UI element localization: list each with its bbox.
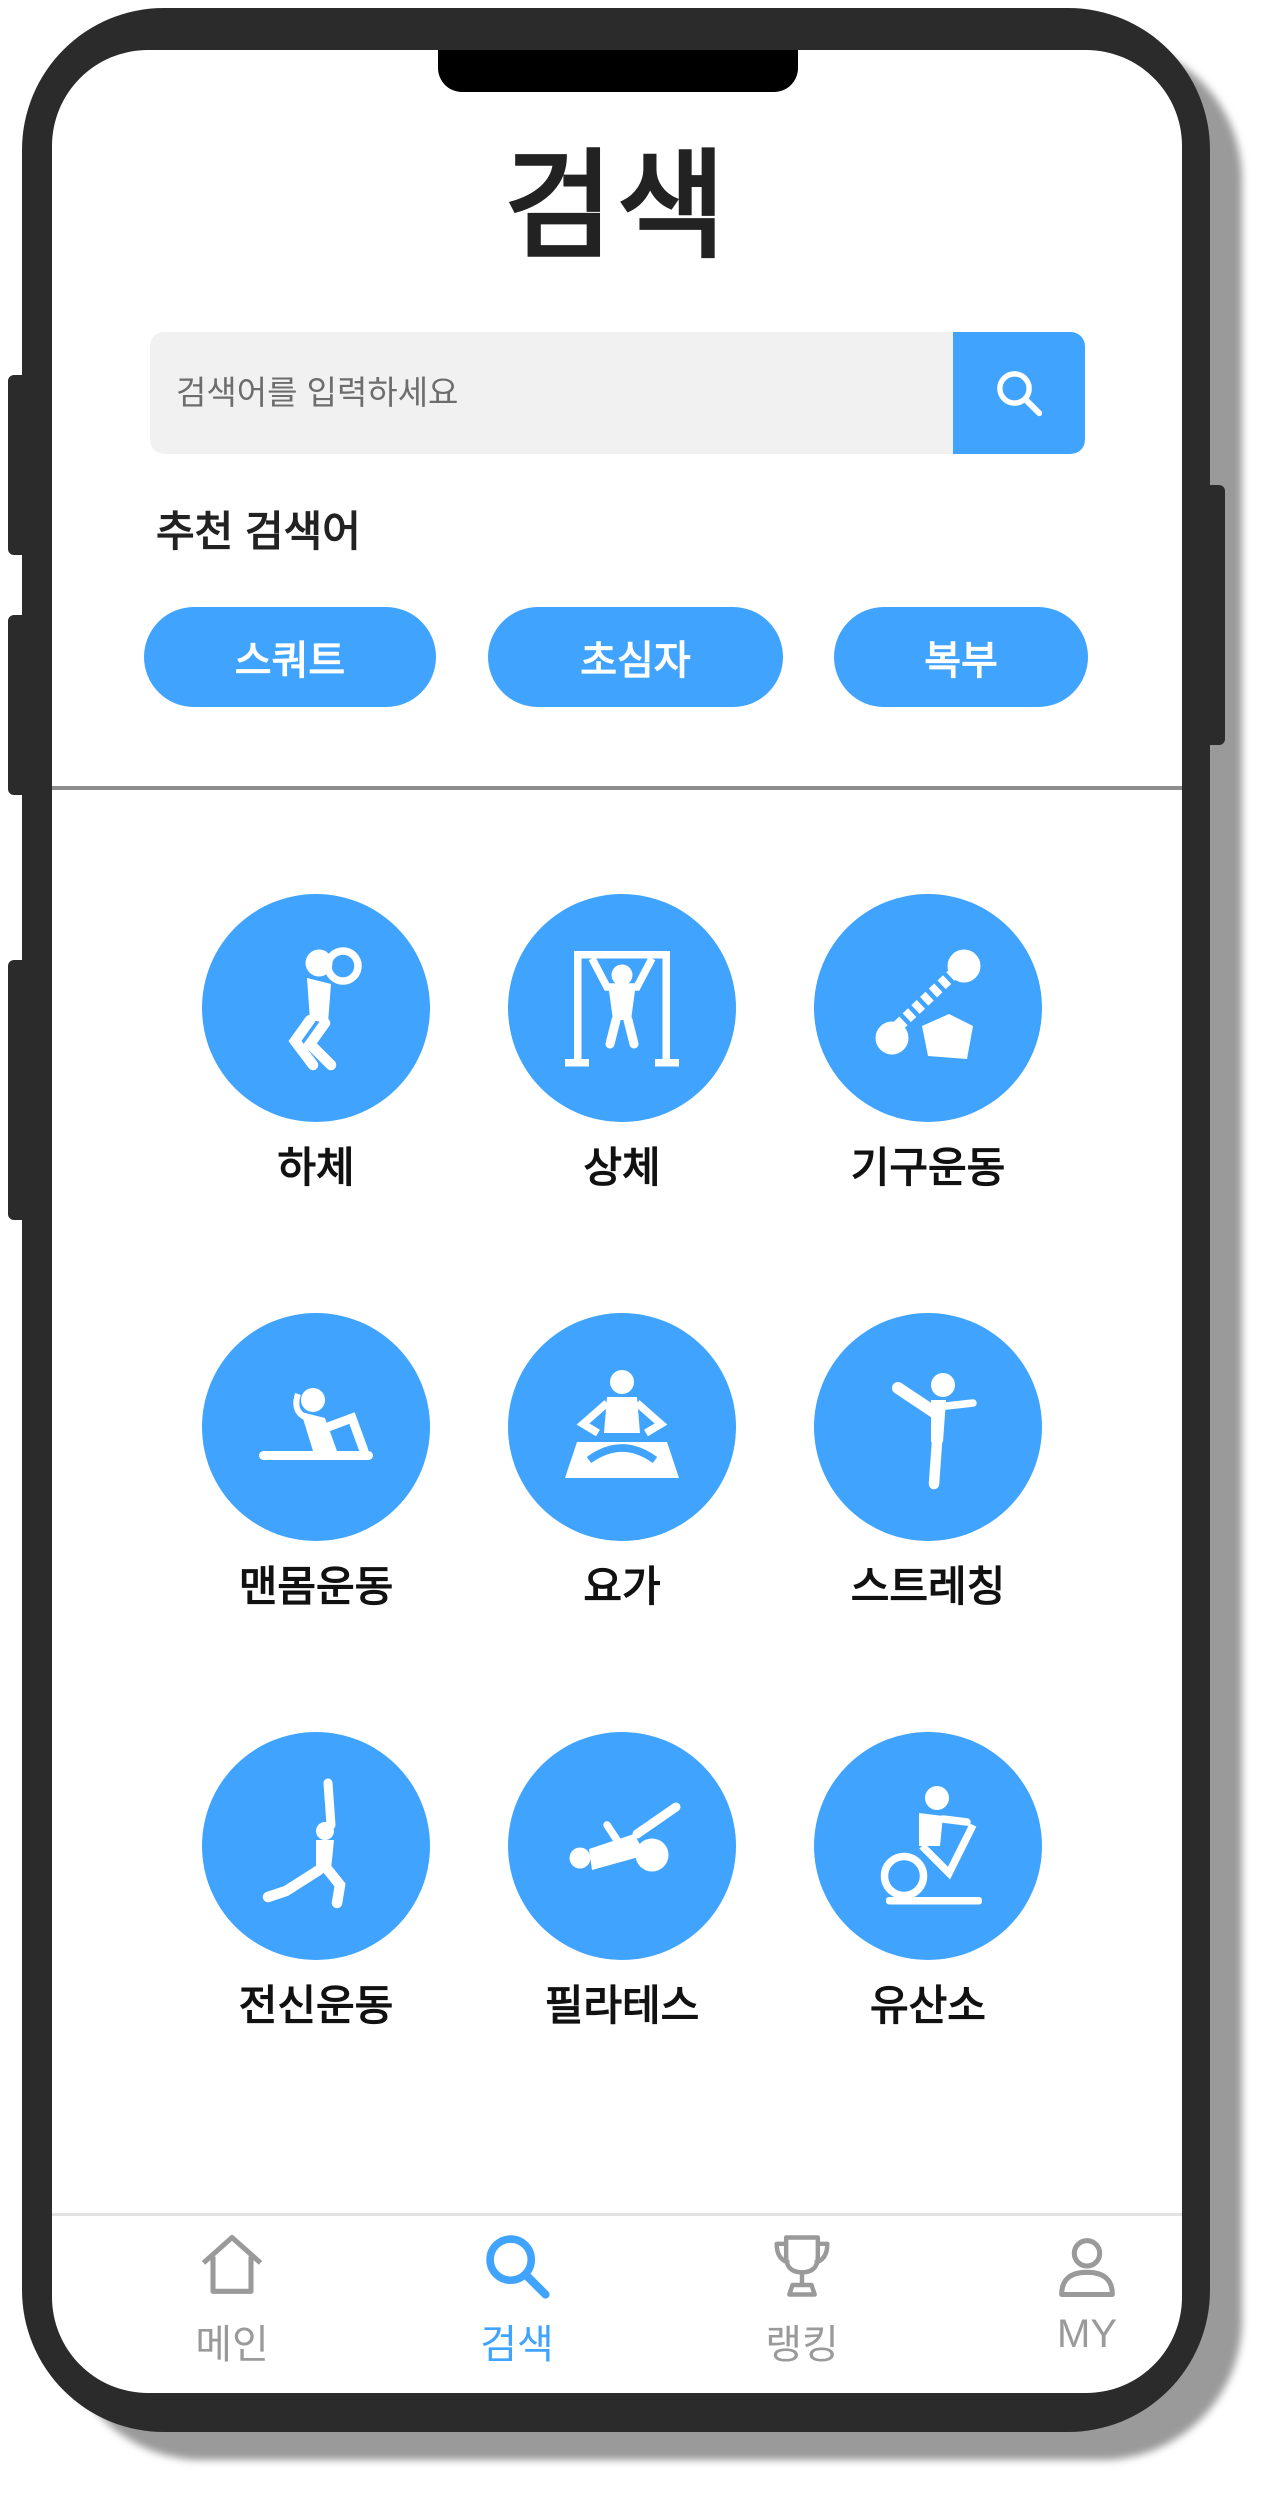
category-circle <box>202 1313 430 1541</box>
side-button <box>8 375 28 555</box>
category-lower-body[interactable]: 하체 <box>196 894 436 1195</box>
tab-ranking[interactable]: 랭킹 <box>702 2228 902 2370</box>
tab-label: 메인 <box>195 2323 269 2367</box>
tab-label: MY <box>1057 2312 1117 2356</box>
home-icon <box>201 2234 263 2294</box>
tab-my[interactable]: MY <box>987 2228 1182 2357</box>
category-equipment[interactable]: 기구운동 <box>808 894 1048 1195</box>
meditation-icon <box>565 1370 679 1478</box>
dumbbell-icon <box>875 949 981 1059</box>
notch <box>438 50 798 92</box>
search-icon <box>486 2235 550 2299</box>
category-yoga[interactable]: 요가 <box>502 1313 742 1614</box>
category-circle <box>814 894 1042 1122</box>
category-pilates[interactable]: 필라테스 <box>502 1732 742 2033</box>
chip-squat[interactable]: 스쿼트 <box>144 607 436 707</box>
search-button[interactable] <box>953 332 1085 454</box>
page-title: 검색 <box>504 137 730 275</box>
search-input[interactable] <box>150 332 981 454</box>
category-circle <box>508 1313 736 1541</box>
side-button <box>1205 485 1225 745</box>
side-button <box>8 615 28 795</box>
category-label: 상체 <box>583 1144 661 1191</box>
situp-icon <box>259 1388 373 1460</box>
category-label: 스트레칭 <box>850 1563 1006 1610</box>
user-icon <box>1059 2238 1115 2298</box>
category-cardio[interactable]: 유산소 <box>808 1732 1048 2033</box>
category-label: 기구운동 <box>850 1144 1006 1191</box>
search-bar <box>150 332 1085 454</box>
category-circle <box>814 1313 1042 1541</box>
category-circle <box>508 1732 736 1960</box>
tab-main[interactable]: 메인 <box>132 2228 332 2370</box>
chip-beginner[interactable]: 초심자 <box>488 607 783 707</box>
recommended-title: 추천 검색어 <box>156 508 361 555</box>
category-label: 유산소 <box>870 1982 986 2029</box>
pullup-icon <box>565 951 679 1067</box>
category-label: 요가 <box>583 1563 661 1610</box>
category-label: 하체 <box>277 1144 355 1191</box>
pilates-icon <box>569 1802 681 1872</box>
exercise-bike-icon <box>880 1786 982 1905</box>
category-label: 필라테스 <box>544 1982 700 2029</box>
squat-icon <box>288 947 362 1071</box>
category-label: 전신운동 <box>238 1982 394 2029</box>
tab-label: 검색 <box>480 2323 554 2367</box>
category-full-body[interactable]: 전신운동 <box>196 1732 436 2033</box>
category-circle <box>814 1732 1042 1960</box>
lunge-stretch-icon <box>262 1778 346 1909</box>
stretch-kick-icon <box>892 1373 977 1490</box>
divider <box>52 786 1182 790</box>
trophy-icon <box>774 2235 830 2297</box>
tabbar-divider <box>52 2213 1182 2216</box>
tab-search[interactable]: 검색 <box>417 2228 617 2370</box>
side-button <box>8 960 28 1220</box>
chip-abs[interactable]: 복부 <box>834 607 1088 707</box>
category-upper-body[interactable]: 상체 <box>502 894 742 1195</box>
category-bodyweight[interactable]: 맨몸운동 <box>196 1313 436 1614</box>
category-stretching[interactable]: 스트레칭 <box>808 1313 1048 1614</box>
category-label: 맨몸운동 <box>238 1563 394 1610</box>
tab-label: 랭킹 <box>765 2323 839 2367</box>
category-circle <box>202 1732 430 1960</box>
category-circle <box>202 894 430 1122</box>
app-screen: 검색 추천 검색어 스쿼트 초심자 복부 하체 <box>52 50 1182 2393</box>
category-circle <box>508 894 736 1122</box>
search-icon <box>997 371 1043 417</box>
